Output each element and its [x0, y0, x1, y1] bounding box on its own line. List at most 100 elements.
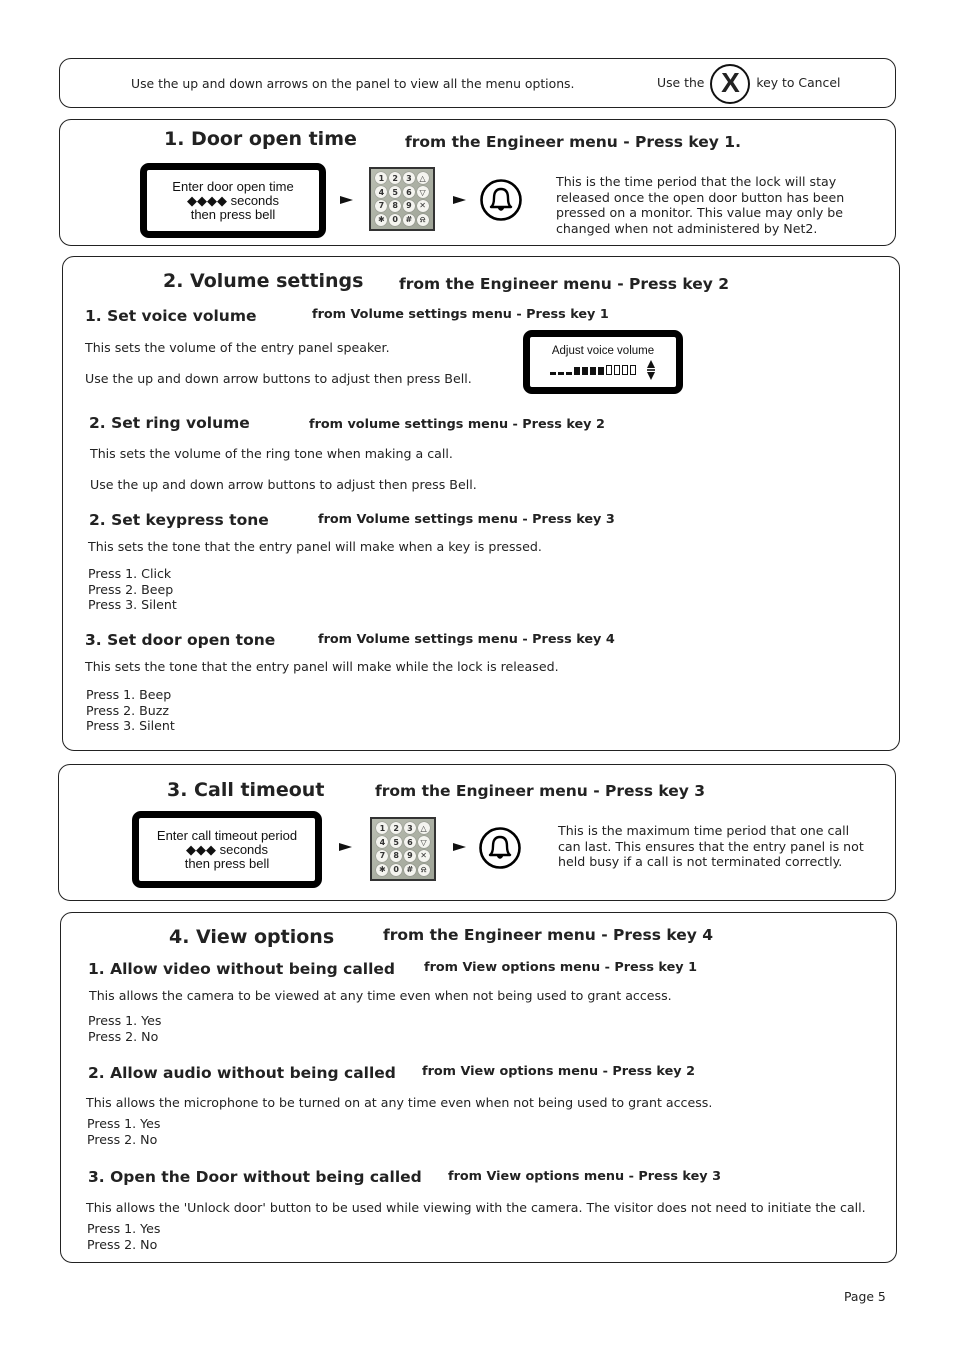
- section-title: 2. Volume settings: [163, 270, 364, 292]
- subsection-menu-path: from View options menu - Press key 1: [424, 960, 697, 975]
- subsection-text: This allows the microphone to be turned …: [86, 1095, 713, 1110]
- subsection-title: 2. Set ring volume: [89, 414, 250, 432]
- subsection-menu-path: from View options menu - Press key 3: [448, 1169, 721, 1184]
- section-menu-path: from the Engineer menu - Press key 3: [375, 782, 706, 800]
- section-description: This is the time period that the lock wi…: [556, 174, 844, 236]
- subsection-title: 2. Set keypress tone: [89, 511, 269, 529]
- volume-segment-on: [566, 371, 573, 375]
- option-item: Press 2. Beep: [88, 581, 174, 597]
- subsection-text: Use the up and down arrow buttons to adj…: [90, 477, 477, 492]
- option-item: Press 2. No: [87, 1131, 158, 1147]
- subsection-title: 3. Open the Door without being called: [88, 1168, 422, 1186]
- keypad-key: ✱: [376, 863, 389, 876]
- volume-segment-on: [574, 366, 581, 375]
- bell-icon: [480, 179, 522, 221]
- description-line: pressed on a monitor. This value may onl…: [556, 205, 844, 220]
- lcd-display: Enter call timeout period ◆◆◆ seconds th…: [132, 811, 322, 888]
- arrow-right-icon: [340, 196, 353, 204]
- option-list: Press 1. Yes Press 2. No: [87, 1116, 161, 1147]
- subsection-title: 1. Allow video without being called: [88, 960, 396, 978]
- lcd-line: ◆◆◆ seconds: [185, 841, 269, 857]
- option-item: Press 2. No: [87, 1236, 158, 1252]
- subsection-title: 3. Set door open tone: [85, 631, 276, 649]
- keypad-key: ▽: [416, 186, 429, 199]
- section-door-open-time: 1. Door open time from the Engineer menu…: [59, 119, 896, 246]
- description-line: can last. This ensures that the entry pa…: [558, 838, 864, 854]
- description-line: held busy if a call is not terminated co…: [558, 854, 843, 869]
- volume-segment-on: [590, 366, 597, 375]
- volume-segment-on: [598, 366, 605, 375]
- section-description: This is the maximum time period that one…: [558, 823, 864, 870]
- section-call-timeout: 3. Call timeout from the Engineer menu -…: [58, 764, 896, 901]
- section-menu-path: from the Engineer menu - Press key 1.: [405, 133, 741, 151]
- option-item: Press 1. Yes: [87, 1116, 161, 1131]
- option-item: Press 1. Yes: [87, 1221, 161, 1236]
- cancel-suffix: key to Cancel: [756, 75, 841, 90]
- keypad-key: 4: [375, 186, 388, 199]
- keypad-key: 5: [390, 836, 403, 849]
- cancel-prefix: Use the: [657, 75, 705, 90]
- section-title: 3. Call timeout: [167, 779, 325, 801]
- description-line: released once the open door button has b…: [556, 189, 845, 205]
- option-list: Press 1. Yes Press 2. No: [87, 1221, 161, 1252]
- keypad-key: 7: [376, 849, 389, 862]
- keypad-key: 3: [402, 172, 415, 185]
- keypad-icon: 1 2 3 △ 4 5 6 ▽ 7 8 9 ✕ ✱ 0 # ⍾: [369, 167, 435, 231]
- keypad-key: ▽: [417, 836, 430, 849]
- lcd-line: then press bell: [190, 206, 276, 222]
- keypad-key: 9: [403, 849, 416, 862]
- subsection-text: This allows the camera to be viewed at a…: [89, 988, 672, 1003]
- volume-segment-on: [582, 366, 589, 375]
- keypad-key: #: [403, 863, 416, 876]
- arrows-instruction: Use the up and down arrows on the panel …: [131, 76, 575, 91]
- arrow-right-icon: [339, 843, 352, 851]
- option-item: Press 2. No: [88, 1028, 159, 1044]
- section-menu-path: from the Engineer menu - Press key 2: [399, 275, 730, 293]
- option-item: Press 1. Click: [88, 566, 172, 581]
- option-item: Press 3. Silent: [88, 597, 177, 612]
- keypad-key: ⍾: [417, 863, 430, 876]
- keypad-key: ✱: [375, 213, 388, 226]
- up-down-arrows-icon: [646, 359, 655, 380]
- arrow-right-icon: [453, 843, 466, 851]
- keypad-key: 6: [402, 186, 415, 199]
- subsection-menu-path: from Volume settings menu - Press key 4: [318, 632, 615, 647]
- keypad-key: 0: [390, 863, 403, 876]
- section-view-options: 4. View options from the Engineer menu -…: [60, 912, 897, 1263]
- subsection-menu-path: from volume settings menu - Press key 2: [309, 417, 605, 432]
- keypad-key: 1: [376, 822, 389, 835]
- keypad-key: 5: [389, 186, 402, 199]
- keypad-key: △: [417, 822, 430, 835]
- subsection-text: This sets the volume of the ring tone wh…: [90, 446, 453, 461]
- subsection-text: This sets the volume of the entry panel …: [85, 340, 390, 355]
- keypad-key: ⍾: [416, 213, 429, 226]
- subsection-text: This sets the tone that the entry panel …: [88, 539, 542, 554]
- lcd-line: Enter call timeout period: [156, 827, 298, 843]
- volume-segment-on: [550, 371, 557, 375]
- keypad-key: ✕: [417, 849, 430, 862]
- subsection-title: 1. Set voice volume: [85, 307, 257, 325]
- keypad-key: 1: [375, 172, 388, 185]
- keypad-key: 4: [376, 836, 389, 849]
- section-volume-settings: 2. Volume settings from the Engineer men…: [62, 256, 900, 751]
- volume-segment-off: [606, 364, 613, 375]
- description-line: This is the time period that the lock wi…: [556, 174, 837, 189]
- cancel-instruction: Use the Xkey to Cancel: [657, 63, 840, 104]
- subsection-menu-path: from Volume settings menu - Press key 1: [312, 307, 609, 322]
- keypad-key: 3: [403, 822, 416, 835]
- top-notice-box: Use the up and down arrows on the panel …: [59, 58, 896, 108]
- volume-segment-off: [614, 364, 621, 375]
- subsection-menu-path: from View options menu - Press key 2: [422, 1064, 695, 1079]
- option-item: Press 3. Silent: [86, 718, 175, 733]
- option-item: Press 2. Buzz: [86, 702, 170, 718]
- section-menu-path: from the Engineer menu - Press key 4: [383, 926, 714, 944]
- section-title: 4. View options: [169, 926, 335, 948]
- keypad-key: 2: [389, 172, 402, 185]
- lcd-display: Enter door open time ◆◆◆◆ seconds then p…: [140, 163, 326, 238]
- option-item: Press 1. Beep: [86, 687, 172, 702]
- lcd-line: Enter door open time: [172, 178, 294, 194]
- volume-bar: [550, 364, 637, 375]
- description-line: changed when not administered by Net2.: [556, 220, 818, 236]
- volume-segment-off: [622, 364, 629, 375]
- option-list: Press 1. Beep Press 2. Buzz Press 3. Sil…: [86, 687, 175, 734]
